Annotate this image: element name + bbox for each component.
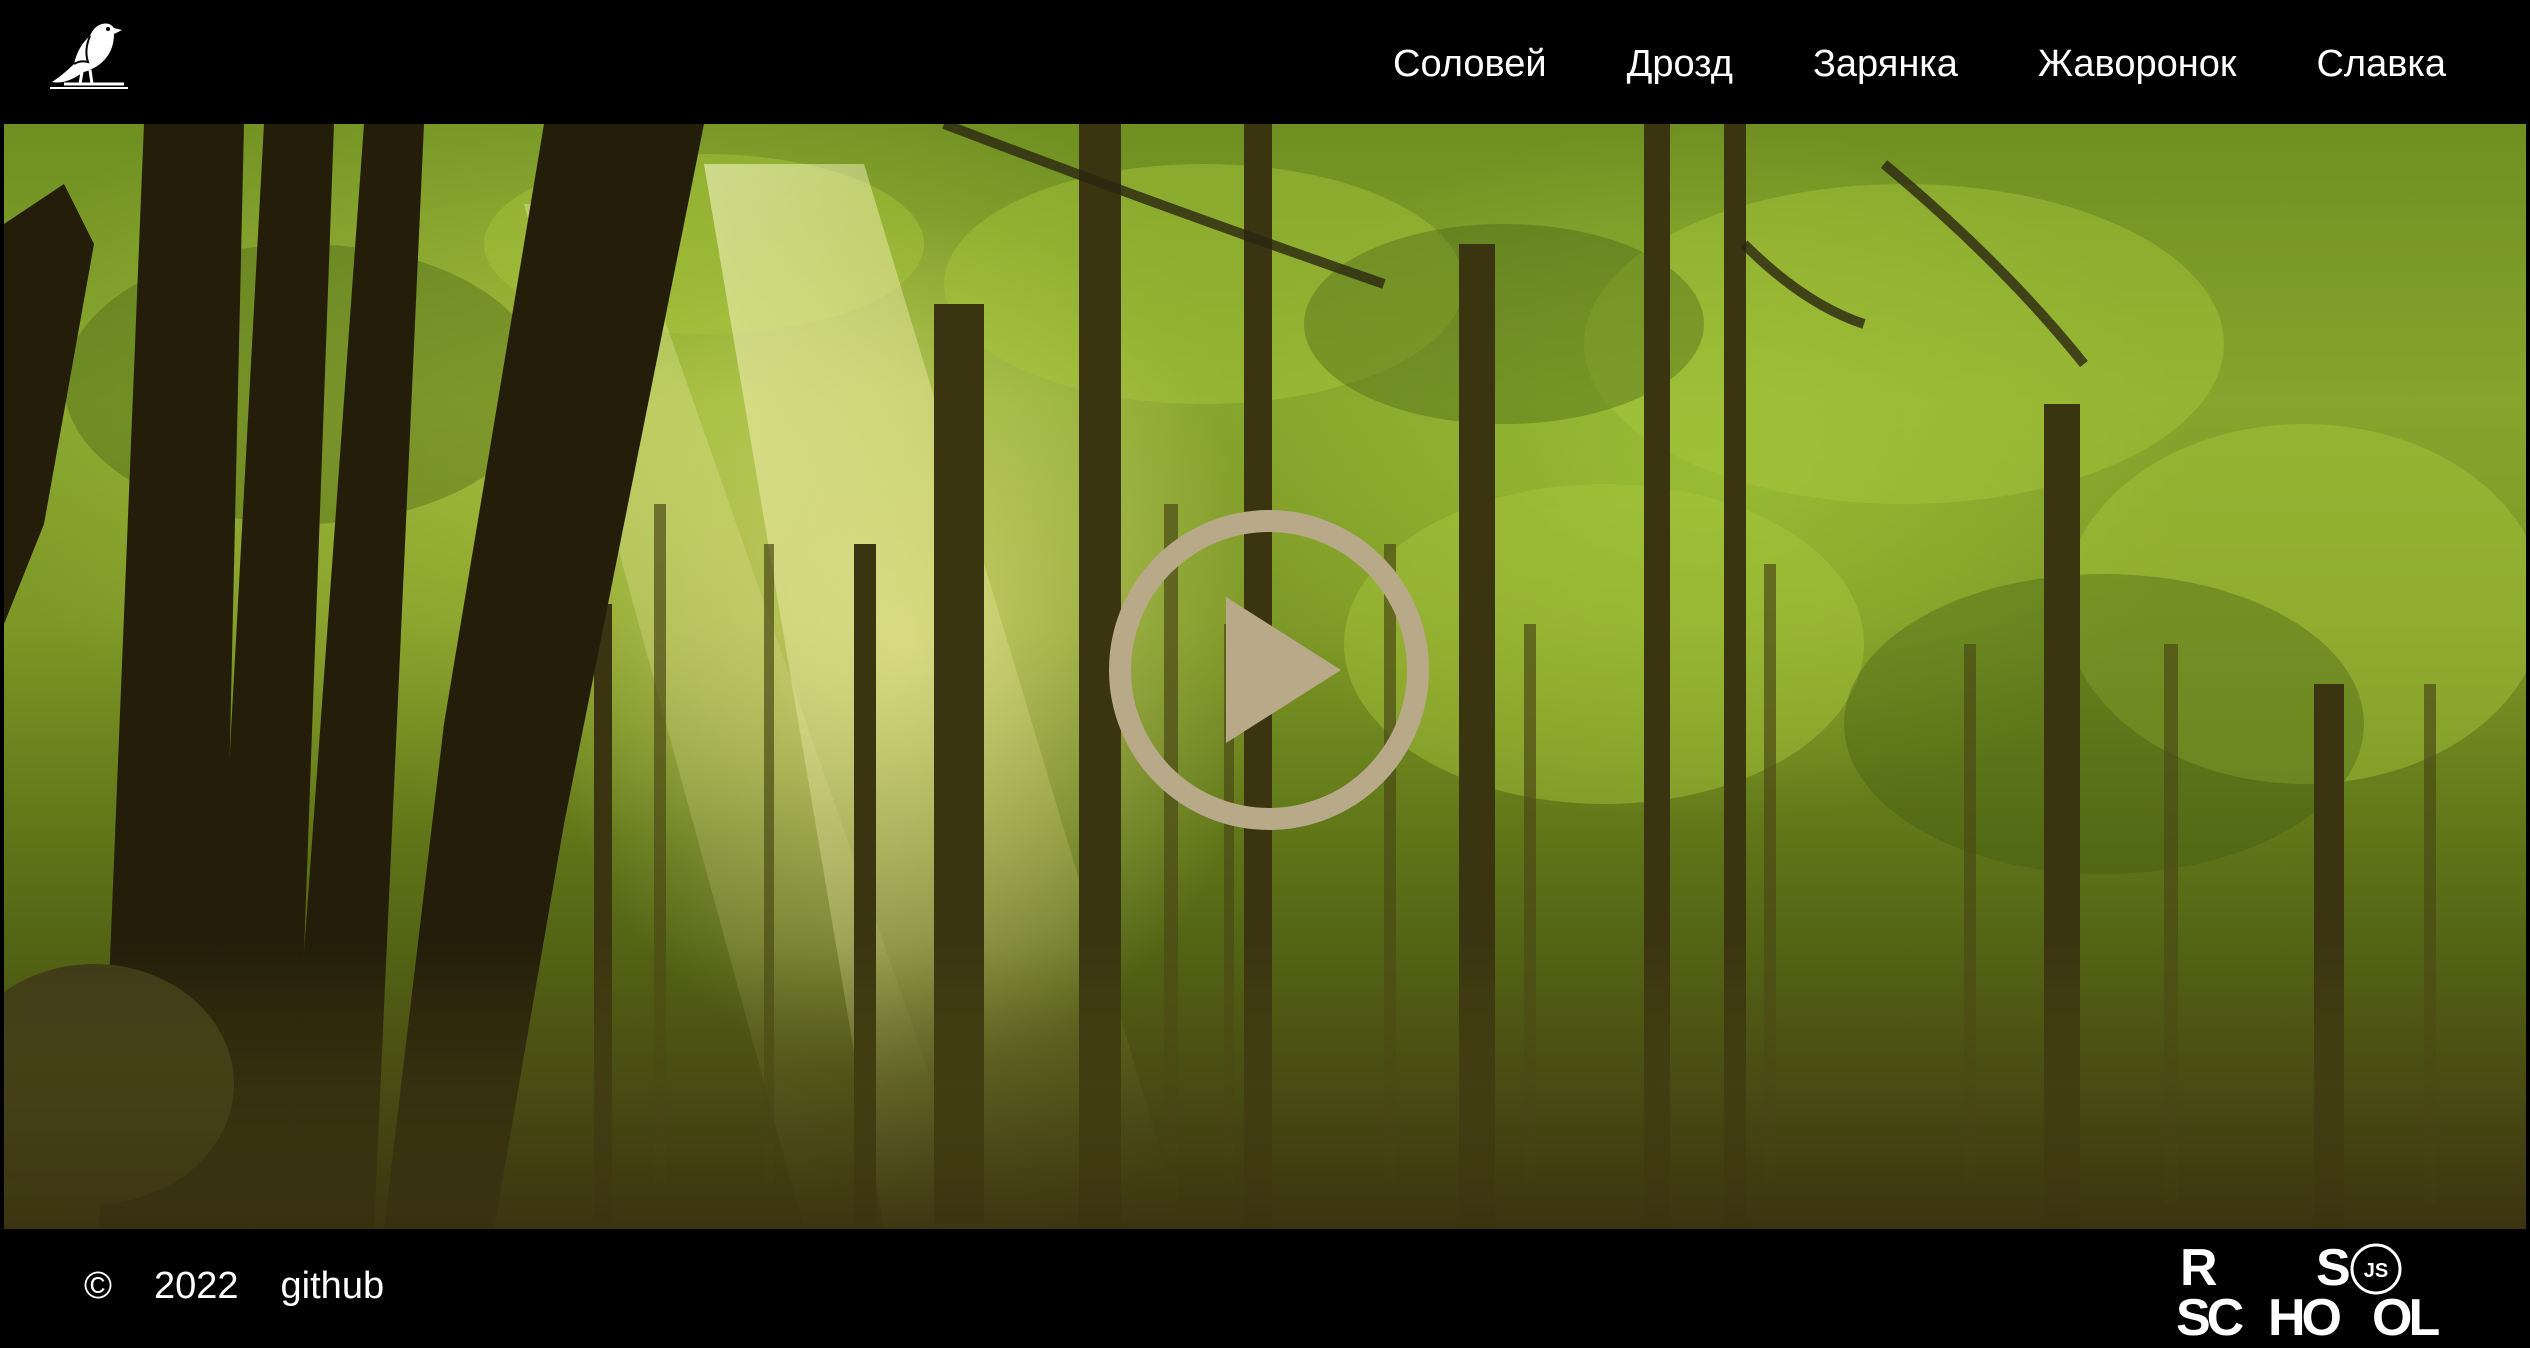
github-link[interactable]: github xyxy=(281,1265,385,1308)
bird-icon[interactable] xyxy=(44,16,130,92)
svg-text:SC: SC xyxy=(2176,1289,2244,1339)
main-nav: Соловей Дрозд Зарянка Жаворонок Славка xyxy=(1393,4,2446,124)
app-frame: Соловей Дрозд Зарянка Жаворонок Славка ©… xyxy=(4,4,2526,1344)
footer-info: © 2022 github xyxy=(84,1229,384,1344)
site-header: Соловей Дрозд Зарянка Жаворонок Славка xyxy=(4,4,2526,124)
site-footer: © 2022 github R S SC HO OL JS xyxy=(4,1229,2526,1344)
nav-item-robin[interactable]: Зарянка xyxy=(1813,43,1958,86)
footer-year: 2022 xyxy=(154,1265,239,1307)
svg-text:OL: OL xyxy=(2372,1289,2439,1339)
rs-school-logo[interactable]: R S SC HO OL JS xyxy=(2176,1239,2446,1344)
nav-item-lark[interactable]: Жаворонок xyxy=(2038,43,2237,86)
svg-text:HO: HO xyxy=(2268,1289,2341,1339)
play-icon xyxy=(1109,510,1429,830)
nav-item-nightingale[interactable]: Соловей xyxy=(1393,43,1547,86)
nav-item-thrush[interactable]: Дрозд xyxy=(1627,43,1733,86)
svg-text:JS: JS xyxy=(2364,1260,2388,1282)
play-button[interactable] xyxy=(1106,507,1432,833)
forest-hero xyxy=(4,124,2526,1229)
copyright-symbol: © xyxy=(84,1265,112,1307)
nav-item-warbler[interactable]: Славка xyxy=(2316,43,2446,86)
